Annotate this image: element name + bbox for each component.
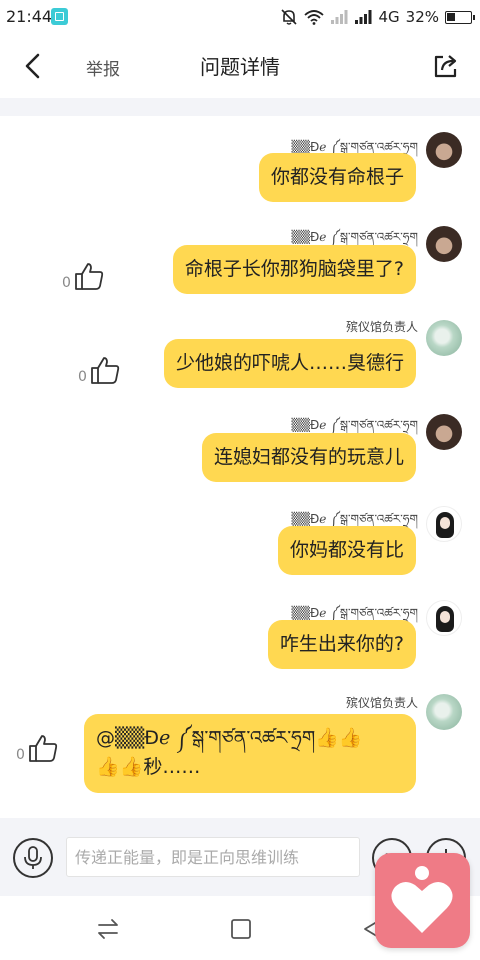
message-bubble[interactable]: 咋生出来你的? bbox=[267, 620, 416, 669]
thumbs-up-icon bbox=[29, 735, 58, 762]
battery-icon bbox=[445, 10, 475, 24]
report-link[interactable]: 举报 bbox=[86, 55, 120, 80]
username: 殡仪馆负责人 bbox=[345, 320, 418, 334]
network-type: 4G bbox=[378, 8, 400, 26]
like-button[interactable]: 0 bbox=[62, 260, 105, 292]
signal-icon bbox=[355, 10, 372, 24]
message-bubble[interactable]: 连媳妇都没有的玩意儿 bbox=[201, 433, 416, 482]
heart-person-icon bbox=[391, 866, 453, 933]
floating-heart-badge[interactable] bbox=[375, 853, 470, 948]
avatar[interactable] bbox=[426, 226, 462, 262]
message-bubble[interactable]: 命根子长你那狗脑袋里了? bbox=[172, 245, 416, 294]
microphone-icon bbox=[24, 846, 42, 869]
thumbs-up-icon bbox=[91, 357, 120, 384]
message-line: 👍👍秒…… bbox=[96, 756, 201, 779]
message-bubble[interactable]: @▒▒Ɖℯ ༼སྒ་གཙན་འཚར་ཧྲག👍👍 👍👍秒…… bbox=[84, 714, 416, 793]
like-count: 0 bbox=[62, 275, 71, 291]
switch-apps-icon[interactable] bbox=[95, 916, 121, 942]
status-time: 21:44 bbox=[6, 7, 53, 26]
message-bubble[interactable]: 你妈都没有比 bbox=[277, 526, 416, 575]
message-bubble[interactable]: 你都没有命根子 bbox=[258, 153, 416, 202]
message-bubble[interactable]: 少他娘的吓唬人……臭德行 bbox=[163, 339, 416, 388]
avatar[interactable] bbox=[426, 506, 462, 542]
share-icon[interactable] bbox=[432, 52, 460, 80]
status-bar: 21:44 4G 32% bbox=[0, 0, 480, 34]
status-indicators: 4G 32% bbox=[280, 6, 475, 28]
avatar[interactable] bbox=[426, 320, 462, 356]
signal-weak-icon bbox=[331, 10, 348, 24]
wifi-icon bbox=[304, 10, 325, 25]
page-title: 问题详情 bbox=[200, 55, 280, 79]
like-button[interactable]: 0 bbox=[16, 732, 59, 764]
battery-percent: 32% bbox=[405, 8, 439, 26]
avatar[interactable] bbox=[426, 600, 462, 636]
avatar[interactable] bbox=[426, 414, 462, 450]
mute-bell-icon bbox=[281, 9, 298, 25]
username: 殡仪馆负责人 bbox=[345, 696, 418, 710]
voice-button[interactable] bbox=[13, 838, 53, 878]
chat-list[interactable]: ▒▒Ɖℯ ༼སྒ་གཙན་འཚར་ཧྲག 你都没有命根子 ▒▒Ɖℯ ༼སྒ་གཙ… bbox=[0, 116, 480, 816]
thumbs-up-icon bbox=[75, 263, 104, 290]
like-button[interactable]: 0 bbox=[78, 354, 121, 386]
avatar[interactable] bbox=[426, 694, 462, 730]
header: 举报 问题详情 bbox=[0, 34, 480, 98]
avatar[interactable] bbox=[426, 132, 462, 168]
message-line: @▒▒Ɖℯ ༼སྒ་གཙན་འཚར་ཧྲག👍👍 bbox=[96, 727, 363, 749]
like-count: 0 bbox=[16, 747, 25, 763]
home-square-icon[interactable] bbox=[228, 916, 254, 942]
message-input[interactable] bbox=[66, 837, 360, 877]
like-count: 0 bbox=[78, 369, 87, 385]
back-arrow-icon[interactable] bbox=[18, 50, 48, 82]
screenshot-icon bbox=[51, 8, 68, 25]
header-divider bbox=[0, 98, 480, 116]
